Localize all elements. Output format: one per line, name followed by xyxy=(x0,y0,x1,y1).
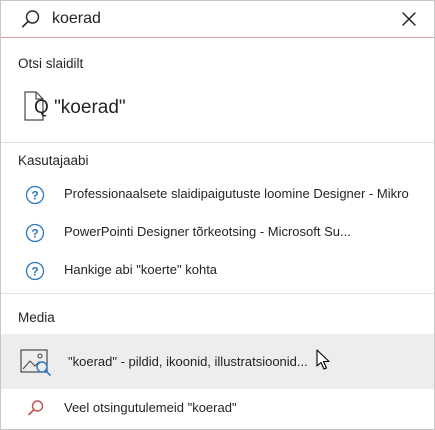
find-in-slides-label: Q "koerad" xyxy=(34,97,126,119)
svg-text:?: ? xyxy=(31,227,38,241)
search-icon xyxy=(28,400,44,416)
search-bar-divider xyxy=(1,37,434,38)
media-search-item[interactable]: "koerad" - pildid, ikoonid, illustratsio… xyxy=(1,334,434,389)
svg-text:?: ? xyxy=(31,265,38,279)
help-icon: ? xyxy=(25,223,45,243)
help-item-label: Hankige abi "koerte" kohta xyxy=(64,262,218,277)
help-icon: ? xyxy=(25,185,45,205)
section-title-media: Media xyxy=(18,310,55,325)
help-item-label: PowerPointi Designer tõrkeotsing - Micro… xyxy=(64,224,351,239)
help-item[interactable]: ? PowerPointi Designer tõrkeotsing - Mic… xyxy=(1,214,434,252)
help-item-label: Professionaalsete slaidipaigutuste loomi… xyxy=(64,186,409,201)
mouse-cursor-icon xyxy=(316,349,330,370)
find-in-slides-q-glyph: Q xyxy=(34,97,49,118)
image-search-icon xyxy=(20,349,51,376)
search-input[interactable]: koerad xyxy=(52,8,101,30)
find-in-slides-query: "koerad" xyxy=(54,97,126,118)
close-icon[interactable] xyxy=(400,10,418,28)
search-bar[interactable]: koerad xyxy=(1,1,434,37)
help-item[interactable]: ? Hankige abi "koerte" kohta xyxy=(1,252,434,290)
media-search-label: "koerad" - pildid, ikoonid, illustratsio… xyxy=(68,354,308,369)
search-dropdown-panel: koerad Otsi slaidilt Q "koerad" Kasutaja… xyxy=(0,0,435,430)
section-title-slides: Otsi slaidilt xyxy=(18,56,84,71)
section-title-help: Kasutajaabi xyxy=(18,153,89,168)
svg-text:?: ? xyxy=(31,189,38,203)
find-in-slides-item[interactable]: Q "koerad" xyxy=(23,91,143,129)
divider xyxy=(1,293,434,294)
more-search-results-item[interactable]: Veel otsingutulemeid "koerad" xyxy=(1,391,434,427)
more-search-results-label: Veel otsingutulemeid "koerad" xyxy=(64,400,237,415)
help-item[interactable]: ? Professionaalsete slaidipaigutuste loo… xyxy=(1,176,434,214)
divider xyxy=(1,142,434,143)
search-icon xyxy=(21,10,40,28)
help-icon: ? xyxy=(25,261,45,281)
